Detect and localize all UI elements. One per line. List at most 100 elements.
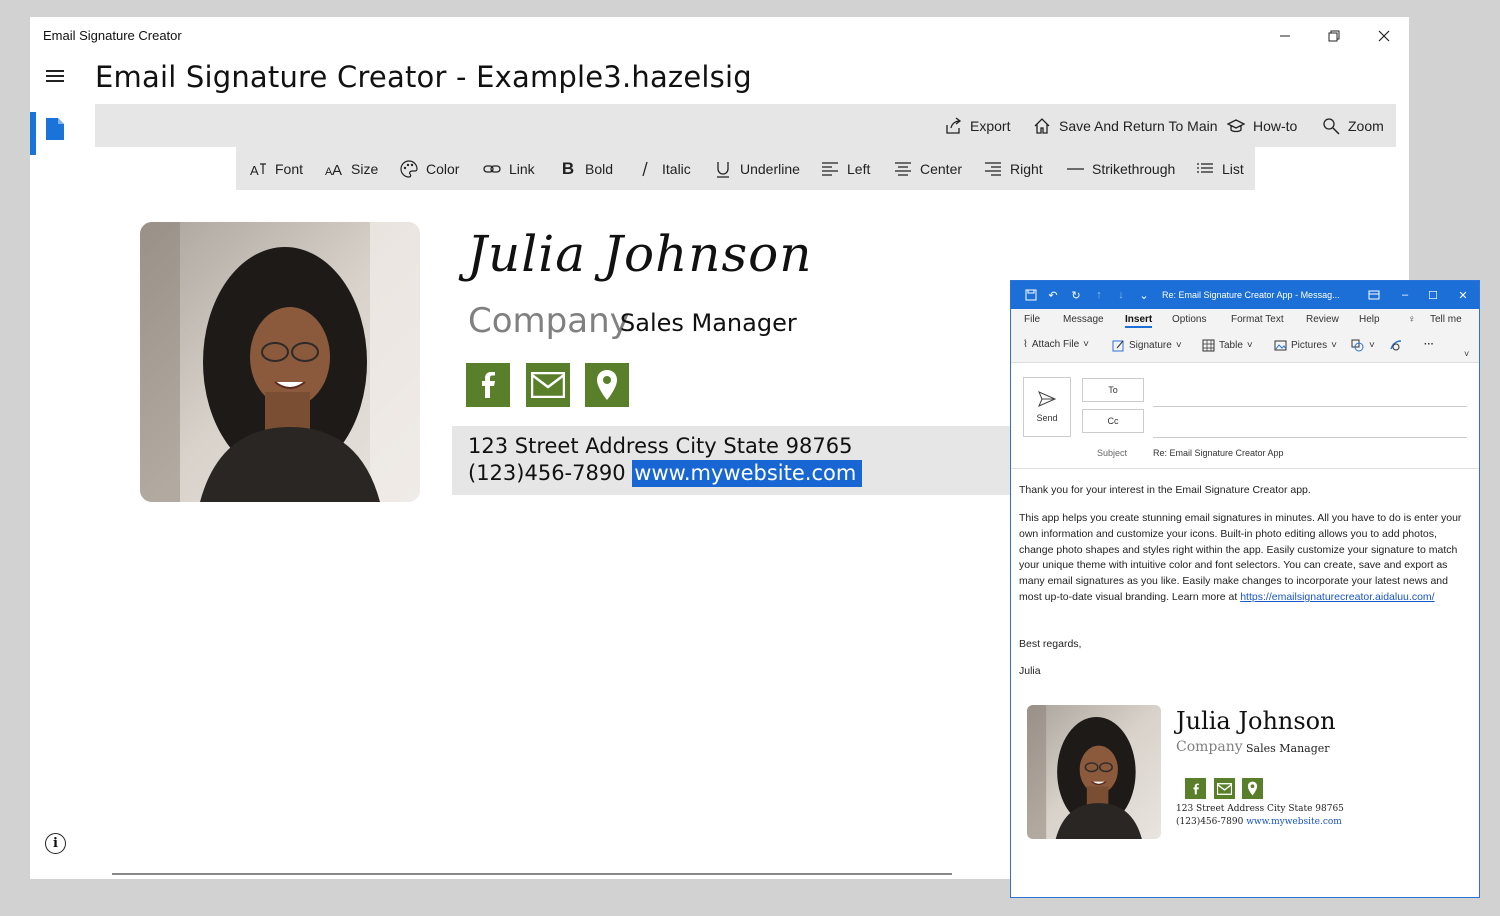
svg-text:A: A xyxy=(332,162,342,178)
export-button[interactable]: Export xyxy=(944,104,1010,147)
email-mail-button[interactable] xyxy=(1214,778,1235,799)
signature-contact-line: (123)456-7890 www.mywebsite.com xyxy=(468,460,863,487)
color-button[interactable]: Color xyxy=(400,147,459,190)
magnifier-icon xyxy=(1323,117,1340,135)
email-location-button[interactable] xyxy=(1242,778,1263,799)
email-signature-contact: (123)456-7890 www.mywebsite.com xyxy=(1176,817,1342,827)
outlook-maximize-icon[interactable]: ☐ xyxy=(1425,287,1441,303)
restore-button[interactable] xyxy=(1311,23,1357,49)
ribbon-display-icon[interactable] xyxy=(1366,287,1382,303)
body-intro[interactable]: Thank you for your interest in the Email… xyxy=(1019,483,1464,499)
cc-button[interactable]: Cc xyxy=(1082,409,1144,433)
align-center-label: Center xyxy=(920,160,963,177)
pictures-label: Pictures xyxy=(1291,340,1328,351)
tab-insert[interactable]: Insert xyxy=(1125,314,1153,328)
subject-field[interactable]: Re: Email Signature Creator App xyxy=(1153,448,1284,458)
pictures-button[interactable]: Pictures ˅ xyxy=(1274,339,1337,352)
underline-icon xyxy=(717,161,729,178)
signature-address-block[interactable]: 123 Street Address City State 98765 (123… xyxy=(452,426,1012,495)
tab-tell-me[interactable]: Tell me xyxy=(1430,314,1462,325)
horizontal-scrollbar[interactable] xyxy=(112,873,952,875)
up-arrow-icon[interactable]: ↑ xyxy=(1091,287,1107,303)
customize-toolbar-icon[interactable]: ⌄ xyxy=(1136,287,1152,303)
size-button[interactable]: AA Size xyxy=(325,147,378,190)
email-signature-address: 123 Street Address City State 98765 xyxy=(1176,804,1344,814)
link-button[interactable]: Link xyxy=(483,147,535,190)
send-button[interactable]: Send xyxy=(1023,377,1071,437)
cc-field[interactable] xyxy=(1153,437,1467,438)
font-button[interactable]: A Font xyxy=(249,147,303,190)
export-icon xyxy=(946,116,962,134)
email-facebook-button[interactable] xyxy=(1185,778,1206,799)
minimize-button[interactable] xyxy=(1262,23,1308,49)
table-button[interactable]: Table ˅ xyxy=(1202,339,1253,352)
tab-review[interactable]: Review xyxy=(1306,314,1339,325)
underline-button[interactable]: Underline xyxy=(714,147,800,190)
pen-icon xyxy=(1112,340,1124,352)
italic-button[interactable]: Italic xyxy=(636,147,691,190)
bold-button[interactable]: B Bold xyxy=(559,147,613,190)
outlook-title-bar: ↶ ↻ ↑ ↓ ⌄ Re: Email Signature Creator Ap… xyxy=(1011,281,1479,309)
tab-format-text[interactable]: Format Text xyxy=(1231,314,1284,325)
zoom-label: Zoom xyxy=(1348,117,1384,134)
signature-company[interactable]: Company xyxy=(468,301,630,341)
signature-name[interactable]: Julia Johnson xyxy=(467,225,812,283)
tab-options[interactable]: Options xyxy=(1172,314,1206,325)
location-social-button[interactable] xyxy=(585,363,629,407)
to-field[interactable] xyxy=(1153,406,1467,407)
email-signature-website[interactable]: www.mywebsite.com xyxy=(1246,817,1342,827)
email-icon xyxy=(531,372,565,398)
align-right-button[interactable]: Right xyxy=(984,147,1043,190)
info-icon[interactable]: i xyxy=(45,833,66,854)
email-social-button[interactable] xyxy=(526,363,570,407)
close-button[interactable] xyxy=(1361,23,1407,49)
align-left-button[interactable]: Left xyxy=(821,147,870,190)
tab-message[interactable]: Message xyxy=(1063,314,1104,325)
font-label: Font xyxy=(275,160,304,177)
how-to-button[interactable]: How-to xyxy=(1227,104,1297,147)
body-paragraph-text: This app helps you create stunning email… xyxy=(1019,512,1462,603)
document-icon[interactable] xyxy=(46,118,64,140)
outlook-close-icon[interactable]: ✕ xyxy=(1455,287,1471,303)
signature-button[interactable]: Signature ˅ xyxy=(1112,339,1182,352)
header-divider xyxy=(1011,468,1479,469)
body-signoff[interactable]: Julia xyxy=(1019,664,1464,680)
save-return-label: Save And Return To Main xyxy=(1059,117,1218,134)
format-toolbar: A Font AA Size Color Link B Bold Italic … xyxy=(236,147,1255,190)
strikethrough-button[interactable]: Strikethrough xyxy=(1066,147,1175,190)
outlook-minimize-icon[interactable]: – xyxy=(1397,287,1413,303)
align-center-icon xyxy=(895,161,911,176)
tab-file[interactable]: File xyxy=(1024,314,1040,325)
chevron-down-icon: ˅ xyxy=(1246,340,1253,351)
hamburger-menu-button[interactable] xyxy=(44,67,68,89)
more-options-icon[interactable]: ··· xyxy=(1424,339,1434,350)
signature-website[interactable]: www.mywebsite.com xyxy=(632,460,863,487)
dictate-button[interactable] xyxy=(1389,339,1403,352)
align-center-button[interactable]: Center xyxy=(894,147,962,190)
link-label: Link xyxy=(509,160,535,177)
save-icon[interactable] xyxy=(1023,287,1039,303)
down-arrow-icon[interactable]: ↓ xyxy=(1113,287,1129,303)
undo-icon[interactable]: ↶ xyxy=(1045,287,1061,303)
font-icon: A xyxy=(250,163,266,178)
save-return-button[interactable]: Save And Return To Main xyxy=(1033,104,1218,147)
body-paragraph[interactable]: This app helps you create stunning email… xyxy=(1019,511,1464,606)
zoom-button[interactable]: Zoom xyxy=(1322,104,1384,147)
shapes-button[interactable]: ˅ xyxy=(1351,339,1375,352)
send-icon xyxy=(1038,391,1056,407)
location-pin-icon xyxy=(1247,781,1258,796)
attach-file-button[interactable]: ⌇ Attach File ˅ xyxy=(1023,339,1089,350)
list-button[interactable]: List xyxy=(1196,147,1244,190)
profile-photo[interactable] xyxy=(140,222,420,502)
facebook-social-button[interactable] xyxy=(466,363,510,407)
collapse-ribbon-icon[interactable]: ˅ xyxy=(1464,349,1469,359)
tab-help[interactable]: Help xyxy=(1359,314,1380,325)
body-closing[interactable]: Best regards, xyxy=(1019,637,1464,653)
email-signature-photo xyxy=(1027,705,1161,839)
underline-label: Underline xyxy=(740,160,800,177)
website-link[interactable]: https://emailsignaturecreator.aidaluu.co… xyxy=(1240,591,1434,603)
to-button[interactable]: To xyxy=(1082,378,1144,402)
svg-text:A: A xyxy=(250,163,259,178)
redo-icon[interactable]: ↻ xyxy=(1068,287,1084,303)
signature-role[interactable]: Sales Manager xyxy=(620,309,797,337)
